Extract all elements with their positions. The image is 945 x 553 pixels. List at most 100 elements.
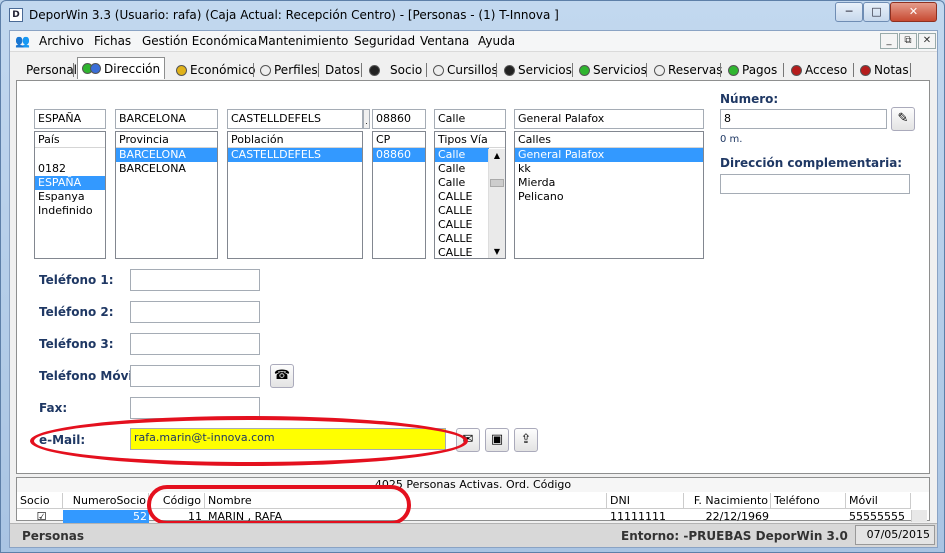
list-item-selected[interactable]: CASTELLDEFELS xyxy=(228,148,362,162)
tab-datos[interactable]: Datos xyxy=(325,61,360,79)
list-item-selected[interactable]: General Palafox xyxy=(515,148,703,162)
tab-separator xyxy=(853,63,854,77)
tab-servicios-2[interactable]: Servicios xyxy=(579,61,647,79)
poblacion-ellipsis-button[interactable]: . xyxy=(363,109,370,129)
column-header-dni[interactable]: DNI xyxy=(607,493,684,509)
telefono2-field[interactable] xyxy=(130,301,260,323)
tab-separator xyxy=(496,63,497,77)
persons-grid[interactable]: 4025 Personas Activas. Ord. Código Socio… xyxy=(16,477,930,525)
poblacion-field[interactable]: CASTELLDEFELS xyxy=(227,109,363,129)
menu-fichas[interactable]: Fichas xyxy=(94,34,131,48)
menu-mantenimiento[interactable]: Mantenimiento xyxy=(258,34,348,48)
title-bar[interactable]: D DeporWin 3.3 (Usuario: rafa) (Caja Act… xyxy=(1,1,944,29)
list-item-selected[interactable]: ESPAÑA xyxy=(35,176,105,190)
tab-acceso[interactable]: Acceso xyxy=(791,61,847,79)
green-dot-icon xyxy=(728,64,739,76)
tipo-via-field[interactable]: Calle xyxy=(434,109,506,129)
grid-scrollbar[interactable] xyxy=(911,510,927,522)
telefono1-field[interactable] xyxy=(130,269,260,291)
scroll-down-icon[interactable]: ▼ xyxy=(489,245,505,258)
yellow-dot-icon xyxy=(176,64,187,76)
list-item[interactable]: kk xyxy=(515,162,703,176)
black-dot-icon xyxy=(369,64,380,76)
movil-field[interactable] xyxy=(130,365,260,387)
column-header-f-nacimiento[interactable]: F. Nacimiento xyxy=(684,493,771,509)
pais-list-header: País xyxy=(35,132,105,148)
list-item[interactable]: Mierda xyxy=(515,176,703,190)
calle-list[interactable]: Calles General Palafox kk Mierda Pelican… xyxy=(514,131,704,259)
list-item[interactable]: Indefinido xyxy=(35,204,105,218)
menu-ayuda[interactable]: Ayuda xyxy=(478,34,515,48)
column-header-numerosocio[interactable]: NumeroSocio xyxy=(63,493,149,509)
column-header-telefono[interactable]: Teléfono xyxy=(771,493,846,509)
status-bar: Personas Entorno: -PRUEBAS DeporWin 3.0 … xyxy=(10,523,937,547)
mdi-doc-icon[interactable]: 👥 xyxy=(15,34,30,48)
mdi-restore-button[interactable]: ⧉ xyxy=(899,33,917,49)
tab-separator xyxy=(361,63,362,77)
phone-icon[interactable]: ☎ xyxy=(270,364,294,388)
tab-economico[interactable]: Económico xyxy=(176,61,255,79)
menu-ventana[interactable]: Ventana xyxy=(420,34,469,48)
row-numero-socio[interactable]: 52 xyxy=(63,510,149,524)
email-preview-icon[interactable]: ▣ xyxy=(485,428,509,452)
map-pin-icon[interactable]: ✎ xyxy=(891,107,915,131)
tab-separator xyxy=(253,63,254,77)
tab-separator xyxy=(572,63,573,77)
row-f-nacimiento[interactable]: 22/12/1969 xyxy=(684,510,771,524)
list-item-selected[interactable]: Calle xyxy=(435,148,489,162)
menu-bar: 👥 Archivo Fichas Gestión Económica Mante… xyxy=(10,31,937,52)
tab-pagos[interactable]: Pagos xyxy=(728,61,777,79)
poblacion-list-header: Población xyxy=(228,132,362,148)
tab-direccion[interactable]: Dirección xyxy=(77,57,166,79)
list-item-selected[interactable]: 08860 xyxy=(373,148,425,162)
close-button[interactable]: ✕ xyxy=(890,2,937,22)
list-item[interactable]: Espanya xyxy=(35,190,105,204)
scroll-up-icon[interactable]: ▲ xyxy=(489,149,505,162)
row-socio-checkbox[interactable]: ☑ xyxy=(17,510,63,524)
row-dni[interactable]: 11111111 xyxy=(607,510,684,524)
numero-field[interactable]: 8 xyxy=(720,109,887,129)
provincia-field[interactable]: BARCELONA xyxy=(115,109,218,129)
calle-list-header: Calles xyxy=(515,132,703,148)
tab-servicios[interactable]: Servicios xyxy=(504,61,572,79)
menu-archivo[interactable]: Archivo xyxy=(39,34,84,48)
cp-list[interactable]: CP 08860 xyxy=(372,131,426,259)
menu-seguridad[interactable]: Seguridad xyxy=(354,34,415,48)
list-item[interactable]: 0182 xyxy=(35,162,105,176)
tab-separator xyxy=(73,63,74,77)
list-item[interactable]: BARCELONA xyxy=(116,162,217,176)
white-dot-icon xyxy=(654,64,665,76)
tab-personal[interactable]: Personal xyxy=(26,61,77,79)
pais-list[interactable]: País 0182 ESPAÑA Espanya Indefinido xyxy=(34,131,106,259)
tab-perfiles[interactable]: Perfiles xyxy=(260,61,318,79)
row-movil[interactable]: 55555555 xyxy=(846,510,911,524)
list-item[interactable]: Pelicano xyxy=(515,190,703,204)
mdi-minimize-button[interactable]: _ xyxy=(880,33,898,49)
calle-field[interactable]: General Palafox xyxy=(514,109,704,129)
mdi-close-button[interactable]: ✕ xyxy=(918,33,936,49)
tab-notas[interactable]: Notas xyxy=(860,61,909,79)
poblacion-list[interactable]: Población CASTELLDEFELS xyxy=(227,131,363,259)
list-item[interactable] xyxy=(35,148,105,162)
column-header-movil[interactable]: Móvil xyxy=(846,493,911,509)
column-header-socio[interactable]: Socio xyxy=(17,493,63,509)
menu-gestion-economica[interactable]: Gestión Económica xyxy=(142,34,257,48)
provincia-list[interactable]: Provincia BARCELONA BARCELONA xyxy=(115,131,218,259)
list-item-selected[interactable]: BARCELONA xyxy=(116,148,217,162)
email-send-icon[interactable]: ⇪ xyxy=(514,428,538,452)
tab-socio[interactable]: Socio xyxy=(369,61,422,79)
row-telefono[interactable] xyxy=(771,510,846,524)
tipo-via-scrollbar[interactable]: ▲ ▼ xyxy=(488,149,505,258)
telefono3-field[interactable] xyxy=(130,333,260,355)
scroll-thumb[interactable] xyxy=(490,179,504,187)
complementaria-field[interactable] xyxy=(720,174,910,194)
cp-list-header: CP xyxy=(373,132,425,148)
maximize-button[interactable]: □ xyxy=(863,2,890,22)
pais-field[interactable]: ESPAÑA xyxy=(34,109,106,129)
movil-label: Teléfono Móvil: xyxy=(39,369,142,383)
tipo-via-list[interactable]: Tipos Vía Calle Calle Calle CALLE CALLE … xyxy=(434,131,506,259)
tab-reservas[interactable]: Reservas xyxy=(654,61,722,79)
minimize-button[interactable]: ─ xyxy=(835,2,863,22)
tab-cursillos[interactable]: Cursillos xyxy=(433,61,498,79)
cp-field[interactable]: 08860 xyxy=(372,109,426,129)
